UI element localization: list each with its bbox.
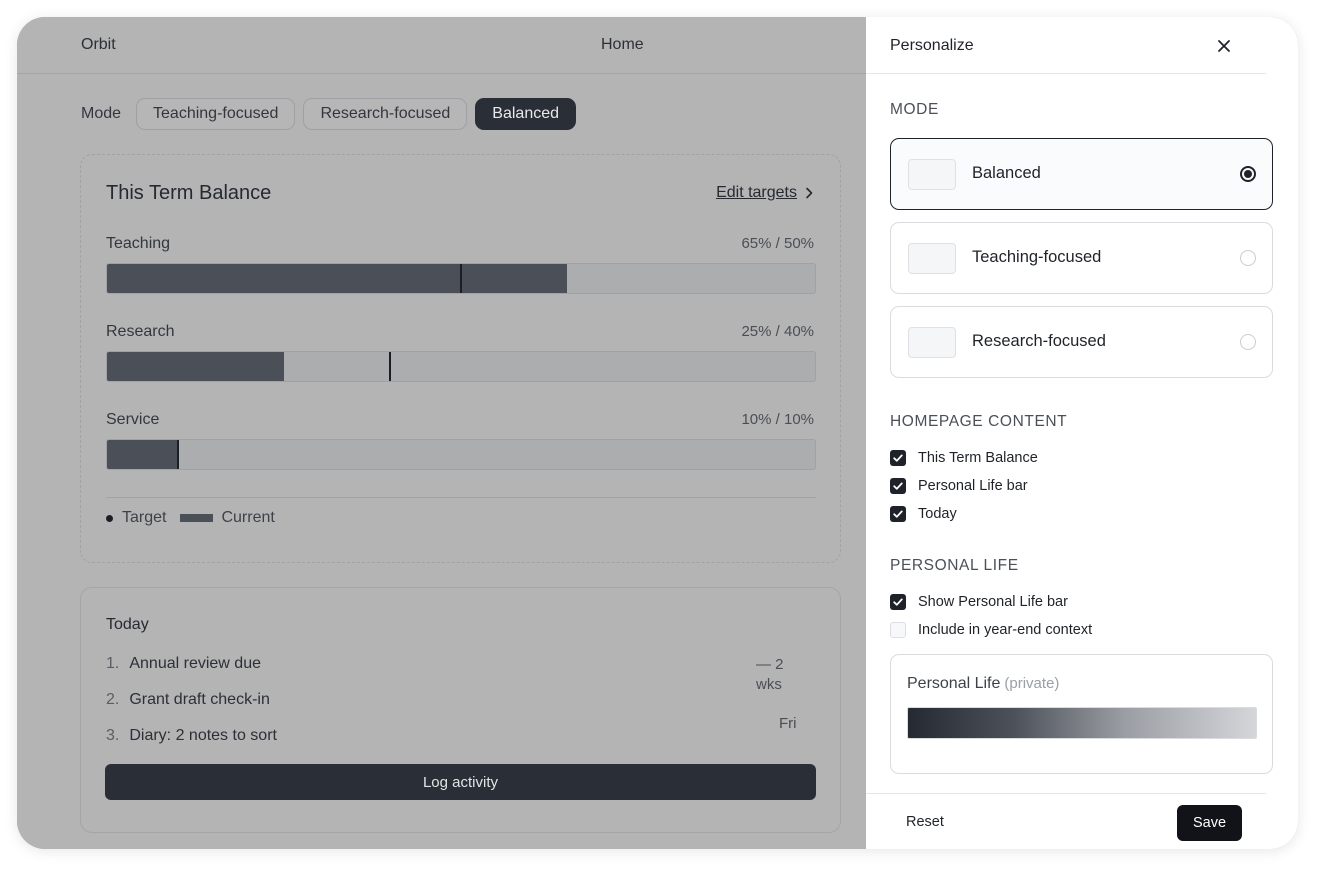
log-activity-button[interactable]: Log activity — [105, 764, 816, 800]
main-content-dimmed: Orbit Home Mode Teaching-focused Researc… — [17, 17, 866, 849]
metric-values: 65% / 50% — [741, 235, 814, 252]
card-title: This Term Balance — [106, 182, 272, 204]
radio-selected[interactable] — [1240, 166, 1256, 182]
today-title: Today — [106, 616, 149, 633]
item-text: Annual review due — [129, 655, 261, 672]
checkbox-year-end-context[interactable]: Include in year-end context — [890, 622, 1092, 638]
today-card: Today 1. Annual review due 2. Grant draft … — [80, 587, 841, 833]
list-item[interactable]: 3. Diary: 2 notes to sort — [106, 727, 277, 745]
metric-name: Research — [106, 323, 175, 340]
preview-title: Personal Life (private) — [907, 675, 1059, 693]
mode-thumbnail — [908, 159, 956, 190]
option-label: Balanced — [972, 164, 1041, 182]
mode-option-teaching[interactable]: Teaching-focused — [890, 222, 1273, 294]
list-item[interactable]: 1. Annual review due — [106, 655, 261, 673]
top-bar: Orbit Home — [17, 17, 866, 74]
check-icon[interactable] — [890, 450, 906, 466]
current-fill — [107, 440, 178, 469]
personal-section-label: PERSONAL LIFE — [890, 557, 1019, 574]
item-number: 3. — [106, 727, 120, 744]
current-fill — [107, 264, 568, 293]
edit-targets-link[interactable]: Edit targets — [716, 184, 814, 202]
progress-track — [106, 263, 816, 294]
legend: Target Current — [106, 509, 275, 527]
checkbox-label: This Term Balance — [918, 450, 1038, 466]
progress-track — [106, 351, 816, 382]
option-label: Research-focused — [972, 332, 1106, 350]
target-marker — [176, 440, 179, 469]
app-window: Orbit Home Mode Teaching-focused Researc… — [17, 17, 1298, 849]
edit-targets-label: Edit targets — [716, 184, 797, 201]
metric-name: Teaching — [106, 235, 171, 252]
save-button[interactable]: Save — [1177, 805, 1242, 841]
list-item[interactable]: 2. Grant draft check-in — [106, 691, 270, 709]
checkbox-show-personal-life[interactable]: Show Personal Life bar — [890, 594, 1068, 610]
chevron-right-icon — [806, 187, 813, 199]
option-label: Teaching-focused — [972, 248, 1102, 266]
mode-chip-balanced[interactable]: Balanced — [475, 98, 577, 130]
mode-thumbnail — [908, 243, 956, 274]
item-text: Grant draft check-in — [129, 691, 270, 708]
radio-unselected[interactable] — [1240, 334, 1256, 350]
preview-title-text: Personal Life — [907, 675, 1001, 692]
mode-section-label: MODE — [890, 101, 939, 118]
progress-track — [106, 439, 816, 470]
page-title: Home — [601, 36, 644, 53]
checkbox-label: Include in year-end context — [918, 622, 1093, 638]
panel-footer: Reset Save — [866, 793, 1266, 849]
checkbox-empty-icon[interactable] — [890, 622, 906, 638]
mode-chip-teaching[interactable]: Teaching-focused — [136, 98, 296, 130]
checkbox-personal-life-bar[interactable]: Personal Life bar — [890, 478, 1028, 494]
brand-name: Orbit — [81, 36, 116, 53]
due-label-weeks: — 2 wks — [756, 656, 784, 693]
checkbox-label: Show Personal Life bar — [918, 594, 1068, 610]
check-icon[interactable] — [890, 594, 906, 610]
item-number: 1. — [106, 655, 120, 672]
mode-label: Mode — [81, 105, 122, 122]
legend-divider — [106, 497, 816, 498]
check-icon[interactable] — [890, 478, 906, 494]
personal-life-preview: Personal Life (private) — [890, 654, 1273, 774]
radio-unselected[interactable] — [1240, 250, 1256, 266]
target-marker — [389, 352, 392, 381]
legend-target: Target — [122, 509, 167, 526]
private-tag: (private) — [1004, 675, 1060, 692]
checkbox-this-term-balance[interactable]: This Term Balance — [890, 450, 1038, 466]
current-swatch-icon — [180, 514, 214, 522]
term-balance-card: This Term Balance Edit targets Teaching … — [80, 154, 841, 563]
item-number: 2. — [106, 691, 120, 708]
checkbox-label: Personal Life bar — [918, 478, 1028, 494]
homepage-section-label: HOMEPAGE CONTENT — [890, 413, 1068, 430]
close-icon[interactable] — [1216, 38, 1232, 54]
checkbox-today[interactable]: Today — [890, 506, 957, 522]
reset-button[interactable]: Reset — [906, 814, 944, 830]
item-text: Diary: 2 notes to sort — [129, 727, 277, 744]
mode-selector: Mode Teaching-focused Research-focused B… — [81, 98, 584, 130]
metric-name: Service — [106, 411, 160, 428]
panel-header: Personalize — [866, 17, 1266, 74]
personal-life-bar — [907, 707, 1257, 739]
metric-values: 25% / 40% — [741, 323, 814, 340]
mode-chip-research[interactable]: Research-focused — [303, 98, 468, 130]
metric-values: 10% / 10% — [741, 411, 814, 428]
check-icon[interactable] — [890, 506, 906, 522]
due-label-day: Fri — [779, 715, 797, 732]
panel-title: Personalize — [890, 37, 974, 54]
legend-current: Current — [221, 509, 275, 526]
current-fill — [107, 352, 284, 381]
target-dot-icon — [106, 514, 113, 522]
mode-option-balanced[interactable]: Balanced — [890, 138, 1273, 210]
target-marker — [460, 264, 462, 293]
mode-option-research[interactable]: Research-focused — [890, 306, 1273, 378]
mode-thumbnail — [908, 327, 956, 358]
checkbox-label: Today — [918, 506, 957, 522]
personalize-panel: Personalize MODE Balanced Teaching-focus… — [866, 17, 1298, 849]
